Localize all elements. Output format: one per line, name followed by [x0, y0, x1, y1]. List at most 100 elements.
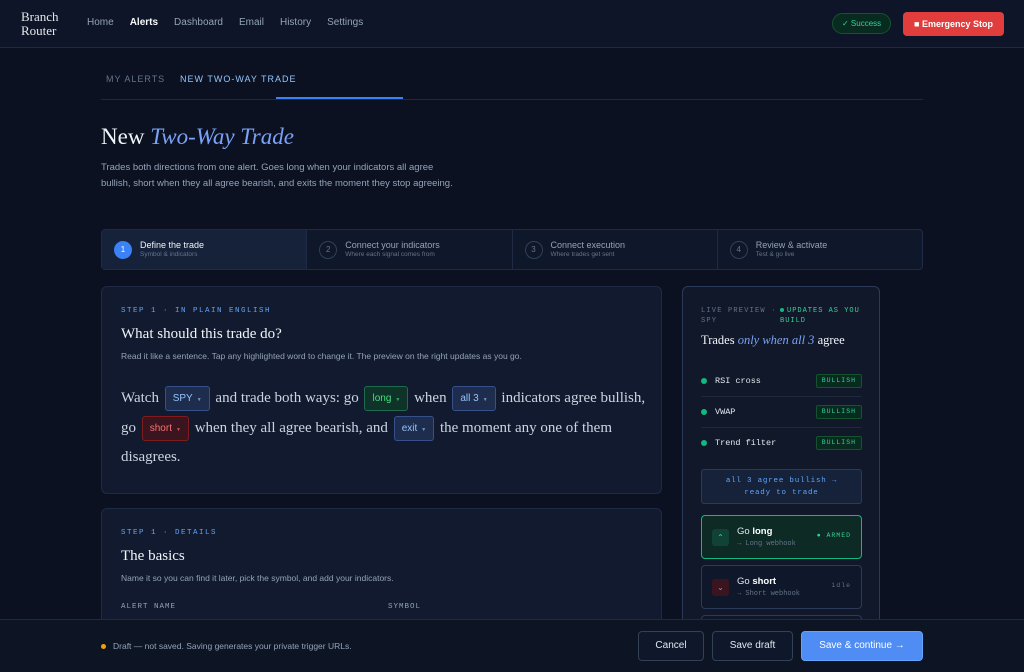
indicator-name: VWAP — [715, 407, 736, 417]
go-long-card[interactable]: ⌃ Go long → Long webhook ● ARMED — [701, 515, 862, 559]
exit-chip[interactable]: exit ▼ — [393, 415, 435, 441]
go-label: Go — [737, 526, 750, 537]
chevron-down-icon: ▼ — [482, 397, 488, 404]
agreement-status: all 3 agree bullish → ready to trade — [701, 469, 862, 504]
step-review-activate[interactable]: 4 Review & activate Test & go live — [718, 230, 922, 269]
agreement-line: ready to trade — [744, 488, 819, 497]
chevron-down-icon: ⌄ — [712, 579, 729, 596]
long-chip[interactable]: long ▼ — [364, 386, 409, 412]
go-short-card[interactable]: ⌄ Go short → Short webhook idle — [701, 565, 862, 609]
indicator-badge: BULLISH — [815, 405, 862, 419]
chevron-down-icon: ▼ — [175, 426, 181, 433]
save-continue-button[interactable]: Save & continue → — [801, 631, 923, 661]
nav-settings[interactable]: Settings — [327, 17, 363, 28]
indicator-row: RSI cross BULLISH — [701, 366, 862, 397]
live-dot-icon — [780, 308, 784, 313]
live-preview-panel: LIVE PREVIEW · SPY UPDATES AS YOU BUILD … — [682, 286, 880, 672]
warning-dot-icon — [101, 644, 106, 650]
page-title-prefix: New — [101, 124, 145, 149]
save-draft-button[interactable]: Save draft — [712, 631, 793, 661]
alert-tabs: MY ALERTS NEW TWO-WAY TRADE — [101, 60, 923, 100]
step-title: Define the trade — [140, 240, 205, 250]
step-number: 4 — [729, 241, 748, 259]
step-title: Connect your indicators — [345, 240, 440, 250]
nav-email[interactable]: Email — [239, 17, 264, 28]
sentence-text: Watch — [121, 390, 159, 406]
go-short-webhook: → Short webhook — [737, 590, 801, 598]
status-dot-icon — [701, 378, 707, 384]
indicator-name: Trend filter — [715, 438, 777, 448]
emergency-stop-button[interactable]: ■ Emergency Stop — [903, 12, 1004, 36]
alert-name-label: ALERT NAME — [121, 603, 177, 611]
short-chip[interactable]: short ▼ — [141, 415, 189, 441]
short-chip-label: short — [149, 422, 172, 434]
preview-title-a: Trades — [701, 333, 735, 347]
step-subtitle: Where each signal comes from — [345, 251, 435, 258]
cancel-button[interactable]: Cancel — [638, 631, 704, 661]
count-chip-label: all 3 — [460, 393, 479, 405]
plain-english-card: STEP 1 · IN PLAIN ENGLISH What should th… — [101, 286, 662, 494]
status-dot-icon — [701, 440, 707, 446]
indicator-name: RSI cross — [715, 376, 761, 386]
sentence-text: when they all agree bearish, and — [194, 419, 388, 436]
footer-bar: Draft — not saved. Saving generates your… — [0, 619, 1024, 672]
chevron-down-icon: ▼ — [421, 426, 427, 433]
draft-text: Draft — not saved. Saving generates your… — [113, 641, 352, 651]
tab-new-two-way-trade[interactable]: NEW TWO-WAY TRADE — [180, 74, 297, 84]
chevron-down-icon: ▼ — [395, 397, 401, 404]
page-title: New Two-Way Trade — [101, 124, 294, 150]
indicator-count-chip[interactable]: all 3 ▼ — [452, 386, 496, 412]
card-eyebrow: STEP 1 · DETAILS — [121, 529, 218, 537]
stepper: 1 Define the trade Symbol & indicators 2… — [101, 229, 923, 270]
sentence-text: indicators agree bullish, — [501, 390, 646, 406]
nav-home[interactable]: Home — [87, 17, 114, 28]
active-tab-indicator — [276, 97, 403, 99]
nav-history[interactable]: History — [280, 17, 311, 28]
symbol-chip[interactable]: SPY ▼ — [164, 386, 210, 412]
exit-chip-label: exit — [401, 422, 418, 434]
go-long-title: Go long — [737, 526, 772, 537]
sentence-text: when — [414, 390, 447, 406]
step-subtitle: Where trades get sent — [550, 251, 615, 258]
card-title: The basics — [121, 548, 185, 564]
preview-eyebrow: LIVE PREVIEW · SPY — [701, 307, 777, 325]
step-subtitle: Symbol & indicators — [140, 251, 198, 258]
go-short-title: Go short — [737, 576, 776, 587]
nav-alerts[interactable]: Alerts — [130, 17, 158, 28]
indicator-badge: BULLISH — [815, 374, 862, 388]
app-logo[interactable]: Branch Router — [21, 10, 81, 38]
preview-title-b: agree — [817, 333, 845, 347]
preview-title: Trades only when all 3 agree — [701, 333, 845, 348]
step-connect-execution[interactable]: 3 Connect execution Where trades get sen… — [513, 230, 718, 269]
direction-word: short — [752, 576, 777, 587]
step-number: 1 — [114, 241, 132, 259]
success-status-badge: ✓ Success — [832, 13, 892, 34]
nav-dashboard[interactable]: Dashboard — [174, 17, 223, 28]
trade-sentence: Watch SPY ▼ and trade both ways: go long ▼… — [121, 384, 651, 473]
card-subtitle: Read it like a sentence. Tap any highlig… — [121, 351, 522, 361]
chevron-up-icon: ⌃ — [712, 529, 729, 546]
preview-title-emphasis: only when all 3 — [737, 333, 815, 347]
sentence-text: go — [121, 419, 136, 436]
step-define-trade[interactable]: 1 Define the trade Symbol & indicators — [102, 230, 308, 269]
page-title-emphasis: Two-Way Trade — [150, 124, 294, 149]
indicator-row: VWAP BULLISH — [701, 397, 862, 428]
symbol-chip-label: SPY — [172, 393, 193, 405]
card-subtitle: Name it so you can find it later, pick t… — [121, 573, 394, 583]
idle-status: idle — [831, 582, 851, 589]
long-chip-label: long — [372, 393, 392, 405]
step-number: 3 — [524, 241, 543, 259]
indicator-badge: BULLISH — [815, 436, 862, 450]
status-dot-icon — [701, 409, 707, 415]
tab-my-alerts[interactable]: MY ALERTS — [106, 74, 165, 84]
step-subtitle: Test & go live — [755, 251, 795, 258]
main-nav: Home Alerts Dashboard Email History Sett… — [87, 17, 363, 28]
updates-label: UPDATES AS YOU BUILD — [780, 307, 860, 325]
step-connect-indicators[interactable]: 2 Connect your indicators Where each sig… — [307, 230, 513, 269]
top-bar: Branch Router Home Alerts Dashboard Emai… — [0, 0, 1024, 48]
direction-word: long — [752, 526, 773, 537]
card-title: What should this trade do? — [121, 326, 282, 342]
step-title: Review & activate — [755, 240, 828, 250]
step-number: 2 — [319, 241, 338, 259]
draft-status: Draft — not saved. Saving generates your… — [101, 641, 352, 651]
